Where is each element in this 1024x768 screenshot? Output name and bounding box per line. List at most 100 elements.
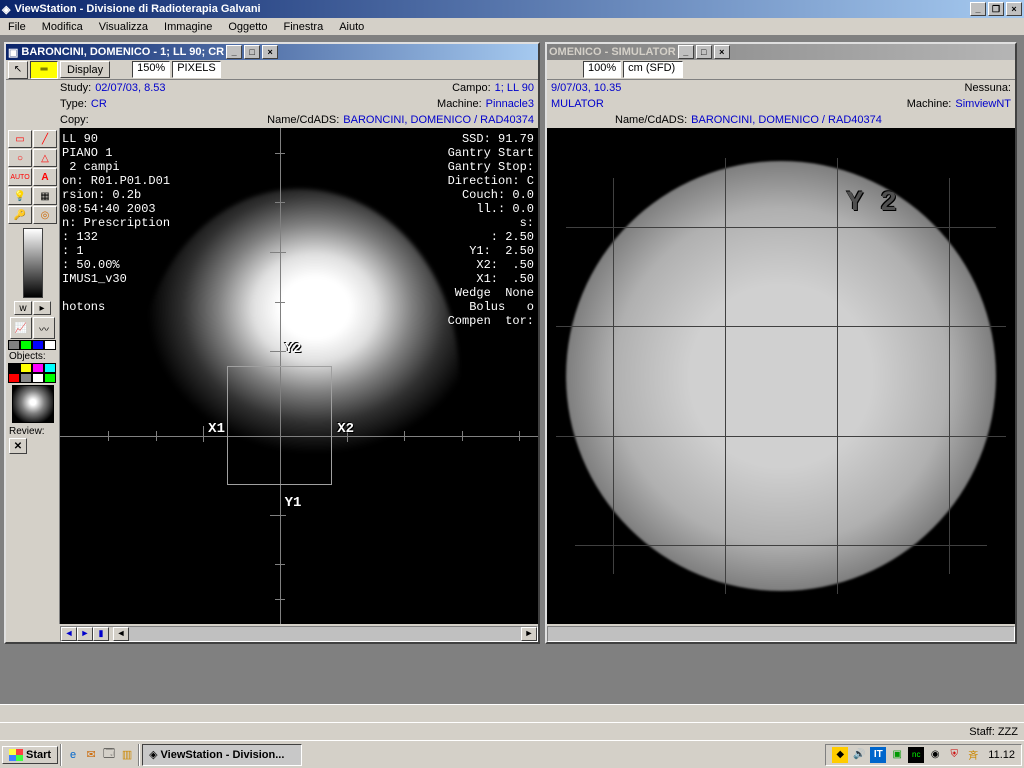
minimize-button[interactable]: _: [970, 2, 986, 16]
sim-study: 9/07/03, 10.35: [551, 82, 621, 94]
key-tool-icon[interactable]: 🔑: [8, 206, 32, 224]
system-tray[interactable]: ◆ 🔊 IT ▣ nc ◉ ⛨ ⻫ 11.12: [825, 744, 1022, 766]
bulb-tool-icon[interactable]: 💡: [8, 187, 32, 205]
type-label: Type:: [60, 98, 87, 110]
menu-finestra[interactable]: Finestra: [275, 21, 331, 33]
cr-scrollbar[interactable]: ◄ ► ▮ ◄ ►: [60, 626, 538, 642]
menubar: File Modifica Visualizza Immagine Oggett…: [0, 18, 1024, 36]
mark-y2: Y2: [285, 341, 302, 357]
pointer-tool-icon[interactable]: ↖: [8, 61, 28, 79]
doc-icon: ▣: [8, 46, 18, 59]
workarea: OMENICO - SIMULATOR _ □ × 100% cm (SFD) …: [0, 36, 1024, 740]
overlay-left: LL 90 PIANO 1 2 campi on: R01.P01.D01 rs…: [62, 132, 170, 314]
poly-tool-icon[interactable]: △: [33, 149, 57, 167]
app-icon: ◈: [2, 3, 10, 16]
sim-minimize-button[interactable]: _: [678, 45, 694, 59]
tray-shield-icon[interactable]: ⛨: [946, 747, 962, 763]
sim-zoom[interactable]: 100%: [583, 61, 621, 78]
objects-colors[interactable]: [6, 340, 59, 350]
tray-icon-8[interactable]: ⻫: [965, 747, 981, 763]
review-close-icon[interactable]: ✕: [9, 438, 27, 454]
tray-icon-1[interactable]: ◆: [832, 747, 848, 763]
mark-x2: X2: [337, 421, 354, 437]
highlight-tool-icon[interactable]: ═: [30, 61, 58, 79]
thumbnail[interactable]: [12, 385, 54, 423]
start-label: Start: [26, 749, 51, 761]
cr-units[interactable]: PIXELS: [172, 61, 221, 78]
sim-info: 9/07/03, 10.35 Nessuna: MULATOR Machine:…: [547, 80, 1015, 128]
ql-desktop-icon[interactable]: 🗔: [100, 746, 118, 764]
window-cr-titlebar[interactable]: ▣ BARONCINI, DOMENICO - 1; LL 90; CR _ □…: [6, 44, 538, 60]
tray-clock[interactable]: 11.12: [988, 749, 1015, 761]
wl-down-icon[interactable]: w: [14, 301, 32, 315]
restore-button[interactable]: ❐: [988, 2, 1004, 16]
pager-1[interactable]: ◄: [61, 627, 77, 641]
close-button[interactable]: ×: [1006, 2, 1022, 16]
auto-tool-icon[interactable]: AUTO: [8, 168, 32, 186]
study-value: 02/07/03, 8.53: [95, 82, 165, 94]
window-level-gradient[interactable]: [23, 228, 43, 298]
sim-maximize-button[interactable]: □: [696, 45, 712, 59]
sim-units[interactable]: cm (SFD): [623, 61, 683, 78]
sim-name-label: Name/CdADS:: [615, 114, 687, 126]
palette-colors[interactable]: [6, 363, 59, 373]
sim-close-button[interactable]: ×: [714, 45, 730, 59]
start-button[interactable]: Start: [2, 746, 58, 764]
cr-toolbar: ↖ ═ Display 150% PIXELS: [6, 60, 538, 80]
scroll-right-icon[interactable]: ►: [521, 627, 537, 641]
menu-visualizza[interactable]: Visualizza: [91, 21, 156, 33]
sim-toolbar: 100% cm (SFD): [547, 60, 1015, 80]
tray-icon-6[interactable]: ◉: [927, 747, 943, 763]
sim-viewport[interactable]: Y 2: [547, 128, 1015, 624]
rect-tool-icon[interactable]: ▭: [8, 130, 32, 148]
cr-minimize-button[interactable]: _: [226, 45, 242, 59]
menu-modifica[interactable]: Modifica: [34, 21, 91, 33]
menu-immagine[interactable]: Immagine: [156, 21, 220, 33]
window-cr-title: BARONCINI, DOMENICO - 1; LL 90; CR: [21, 46, 224, 58]
window-simulator-title: OMENICO - SIMULATOR: [549, 46, 676, 58]
ql-app-icon[interactable]: ▥: [118, 746, 136, 764]
menu-aiuto[interactable]: Aiuto: [331, 21, 372, 33]
cr-info: Study: 02/07/03, 8.53 Campo: 1; LL 90 Ty…: [6, 80, 538, 128]
tray-lang-icon[interactable]: IT: [870, 747, 886, 763]
objects-label: Objects:: [6, 350, 59, 363]
scroll-left-icon[interactable]: ◄: [113, 627, 129, 641]
copy-label: Copy:: [60, 114, 89, 126]
menu-file[interactable]: File: [0, 21, 34, 33]
app-titlebar: ◈ ViewStation - Divisione di Radioterapi…: [0, 0, 1024, 18]
tool-panel: ▭ ╱ ○ △ AUTO A 💡 ▦ 🔑 ◎ w ▸ 📈: [6, 128, 60, 624]
sim-type: MULATOR: [551, 98, 604, 110]
sim-scrollbar[interactable]: [547, 626, 1015, 642]
ql-outlook-icon[interactable]: ✉: [82, 746, 100, 764]
menu-oggetto[interactable]: Oggetto: [220, 21, 275, 33]
target-tool-icon[interactable]: ◎: [33, 206, 57, 224]
task-viewstation[interactable]: ◈ ViewStation - Division...: [142, 744, 302, 766]
curve-tool-icon[interactable]: 〰: [33, 317, 55, 339]
tray-volume-icon[interactable]: 🔊: [851, 747, 867, 763]
tray-icon-4[interactable]: ▣: [889, 747, 905, 763]
wl-up-icon[interactable]: ▸: [33, 301, 51, 315]
field-rect: [227, 366, 332, 485]
ql-ie-icon[interactable]: e: [64, 746, 82, 764]
pager-2[interactable]: ►: [77, 627, 93, 641]
display-button[interactable]: Display: [60, 61, 110, 78]
circle-tool-icon[interactable]: ○: [8, 149, 32, 167]
name-label: Name/CdADS:: [267, 114, 339, 126]
sim-machine-label: Machine:: [907, 98, 952, 110]
tray-net-icon[interactable]: nc: [908, 747, 924, 763]
cr-viewport[interactable]: Y2 Y1 X1 X2 LL 90 PIANO 1 2 campi on: R0…: [60, 128, 538, 624]
palette-colors-2[interactable]: [6, 373, 59, 383]
pager-3[interactable]: ▮: [93, 627, 109, 641]
sim-mark-y2: Y 2: [847, 188, 897, 219]
grid-tool-icon[interactable]: ▦: [33, 187, 57, 205]
cr-maximize-button[interactable]: □: [244, 45, 260, 59]
window-cr[interactable]: ▣ BARONCINI, DOMENICO - 1; LL 90; CR _ □…: [4, 42, 540, 644]
line-tool-icon[interactable]: ╱: [33, 130, 57, 148]
window-simulator-titlebar[interactable]: OMENICO - SIMULATOR _ □ ×: [547, 44, 1015, 60]
cr-close-button[interactable]: ×: [262, 45, 278, 59]
text-tool-icon[interactable]: A: [33, 168, 57, 186]
status-strip: Staff: ZZZ: [0, 722, 1024, 740]
cr-zoom[interactable]: 150%: [132, 61, 170, 78]
chart-tool-icon[interactable]: 📈: [10, 317, 32, 339]
window-simulator[interactable]: OMENICO - SIMULATOR _ □ × 100% cm (SFD) …: [545, 42, 1017, 644]
